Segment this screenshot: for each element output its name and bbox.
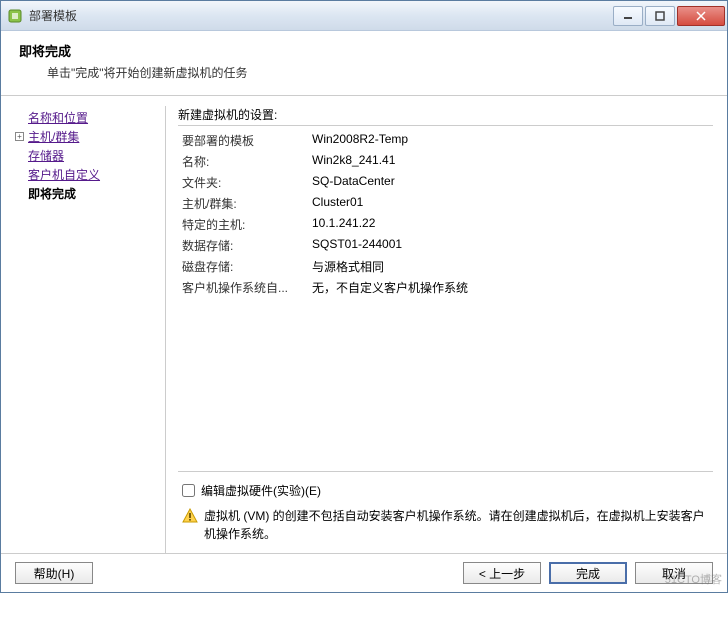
back-button[interactable]: < 上一步 [463, 562, 541, 584]
setting-value: 10.1.241.22 [308, 214, 713, 235]
finish-button[interactable]: 完成 [549, 562, 627, 584]
setting-value: Cluster01 [308, 193, 713, 214]
setting-label: 文件夹: [178, 172, 308, 193]
setting-label: 主机/群集: [178, 193, 308, 214]
warning-text: 虚拟机 (VM) 的创建不包括自动安装客户机操作系统。请在创建虚拟机后，在虚拟机… [204, 507, 709, 543]
maximize-button[interactable] [645, 6, 675, 26]
window-title: 部署模板 [29, 7, 611, 24]
warning-icon [182, 508, 198, 529]
sidebar-item-name-location[interactable]: 名称和位置 [15, 108, 155, 127]
cancel-button[interactable]: 取消 [635, 562, 713, 584]
bottom-options: 编辑虚拟硬件(实验)(E) 虚拟机 (VM) 的创建不包括自动安装客户机操作系统… [178, 471, 713, 553]
setting-label: 客户机操作系统自... [178, 277, 308, 298]
deploy-template-window: 部署模板 即将完成 单击"完成"将开始创建新虚拟机的任务 名称和位置 + 主机/ [0, 0, 728, 593]
setting-value: 与源格式相同 [308, 256, 713, 277]
setting-label: 特定的主机: [178, 214, 308, 235]
setting-value: SQST01-244001 [308, 235, 713, 256]
wizard-step-title: 即将完成 [19, 41, 709, 60]
setting-value: 无，不自定义客户机操作系统 [308, 277, 713, 298]
wizard-body: 名称和位置 + 主机/群集 存储器 客户机自定义 即将完成 新建虚拟机的设置: [1, 96, 727, 553]
setting-label: 要部署的模板 [178, 130, 308, 151]
setting-value: Win2k8_241.41 [308, 151, 713, 172]
edit-hardware-row: 编辑虚拟硬件(实验)(E) [182, 482, 709, 499]
table-row: 主机/群集:Cluster01 [178, 193, 713, 214]
wizard-header: 即将完成 单击"完成"将开始创建新虚拟机的任务 [1, 31, 727, 96]
window-controls [611, 6, 725, 26]
table-row: 名称:Win2k8_241.41 [178, 151, 713, 172]
table-row: 要部署的模板Win2008R2-Temp [178, 130, 713, 151]
table-row: 特定的主机:10.1.241.22 [178, 214, 713, 235]
edit-hardware-checkbox[interactable] [182, 484, 195, 497]
sidebar-link[interactable]: 名称和位置 [28, 109, 88, 126]
titlebar: 部署模板 [1, 1, 727, 31]
close-button[interactable] [677, 6, 725, 26]
help-button[interactable]: 帮助(H) [15, 562, 93, 584]
setting-label: 数据存储: [178, 235, 308, 256]
setting-label: 磁盘存储: [178, 256, 308, 277]
sidebar-item-ready-to-complete: 即将完成 [15, 184, 155, 203]
expand-icon[interactable]: + [15, 132, 24, 141]
minimize-button[interactable] [613, 6, 643, 26]
sidebar-item-guest-customization[interactable]: 客户机自定义 [15, 165, 155, 184]
setting-value: SQ-DataCenter [308, 172, 713, 193]
table-row: 文件夹:SQ-DataCenter [178, 172, 713, 193]
sidebar-link[interactable]: 客户机自定义 [28, 166, 100, 183]
sidebar-link[interactable]: 主机/群集 [28, 128, 79, 145]
sidebar-item-storage[interactable]: 存储器 [15, 146, 155, 165]
table-row: 磁盘存储:与源格式相同 [178, 256, 713, 277]
sidebar-item-host-cluster[interactable]: + 主机/群集 [15, 127, 155, 146]
warning-message: 虚拟机 (VM) 的创建不包括自动安装客户机操作系统。请在创建虚拟机后，在虚拟机… [182, 507, 709, 543]
wizard-step-subtitle: 单击"完成"将开始创建新虚拟机的任务 [47, 64, 709, 81]
wizard-steps-sidebar: 名称和位置 + 主机/群集 存储器 客户机自定义 即将完成 [15, 106, 155, 553]
sidebar-link[interactable]: 存储器 [28, 147, 64, 164]
table-row: 客户机操作系统自...无，不自定义客户机操作系统 [178, 277, 713, 298]
table-row: 数据存储:SQST01-244001 [178, 235, 713, 256]
setting-value: Win2008R2-Temp [308, 130, 713, 151]
wizard-main-panel: 新建虚拟机的设置: 要部署的模板Win2008R2-Temp 名称:Win2k8… [165, 106, 713, 553]
wizard-footer: 帮助(H) < 上一步 完成 取消 [1, 553, 727, 592]
edit-hardware-label[interactable]: 编辑虚拟硬件(实验)(E) [201, 482, 321, 499]
app-icon [7, 8, 23, 24]
settings-table: 要部署的模板Win2008R2-Temp 名称:Win2k8_241.41 文件… [178, 130, 713, 298]
settings-heading: 新建虚拟机的设置: [178, 106, 713, 126]
setting-label: 名称: [178, 151, 308, 172]
sidebar-current-label: 即将完成 [28, 185, 76, 202]
